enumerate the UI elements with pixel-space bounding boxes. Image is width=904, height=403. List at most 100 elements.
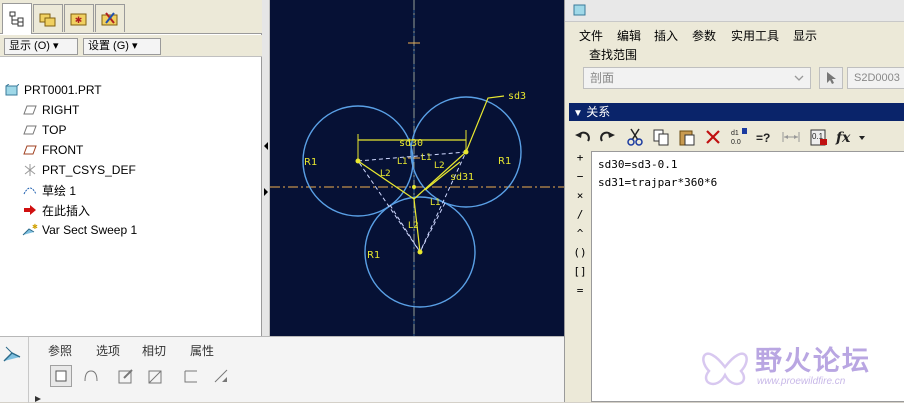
selected-item-field[interactable]: S2D0003	[847, 67, 904, 89]
tree-item-label: RIGHT	[42, 103, 80, 117]
show-button[interactable]: 显示 (O) ▾	[4, 38, 78, 55]
remove-material-icon	[148, 370, 162, 384]
menu-utilities[interactable]: 实用工具	[731, 27, 779, 44]
watermark-title: 野火论坛	[755, 346, 871, 376]
datum-plane-icon	[22, 143, 38, 157]
dashboard-divider	[28, 337, 29, 403]
tree-item-front-plane[interactable]: FRONT	[0, 140, 262, 160]
tree-item-var-sect-sweep[interactable]: ✱ Var Sect Sweep 1	[0, 220, 262, 240]
tree-item-label: TOP	[42, 123, 67, 137]
dimension-symbols-icon: d10.0	[731, 128, 747, 146]
tree-item-insert-here[interactable]: 在此插入	[0, 200, 262, 220]
select-item-button[interactable]	[819, 67, 843, 89]
tree-item-label: PRT_CSYS_DEF	[42, 163, 136, 177]
model-tree-panel: ✱ 显示 (O) ▾ 设置 (G) ▾ PRT0001.PRT RIGHT TO…	[0, 0, 262, 340]
paste-button[interactable]	[675, 125, 699, 149]
remove-material-button[interactable]	[145, 365, 167, 387]
surface-button[interactable]	[80, 365, 102, 387]
operator-divide[interactable]: /	[569, 208, 591, 227]
label-l2-bottom: L2	[408, 221, 419, 231]
copy-icon	[653, 129, 669, 146]
model-tree-icon	[9, 11, 24, 27]
operator-parentheses[interactable]: ()	[569, 246, 591, 265]
copy-button[interactable]	[649, 125, 673, 149]
menu-parameters[interactable]: 参数	[692, 27, 716, 44]
svg-text:✱: ✱	[75, 15, 83, 25]
watermark-url: www.proewildfire.cn	[757, 376, 846, 387]
search-scope-select[interactable]: 剖面	[583, 67, 811, 89]
tree-item-label: 在此插入	[42, 203, 91, 218]
relation-line[interactable]: sd31=trajpar*360*6	[598, 174, 898, 192]
verify-relations-button[interactable]: =?	[753, 125, 777, 149]
operator-brackets[interactable]: []	[569, 265, 591, 284]
collapse-triangle-icon: ▼	[573, 108, 583, 119]
cut-button[interactable]	[623, 125, 647, 149]
settings-button[interactable]: 设置 (G) ▾	[83, 38, 161, 55]
panel-splitter[interactable]	[262, 0, 270, 340]
relations-section-header[interactable]: ▼ 关系	[569, 103, 904, 121]
cursor-arrow-icon	[827, 72, 836, 84]
tab-favorites[interactable]: ✱	[64, 4, 94, 32]
tree-item-csys[interactable]: PRT_CSYS_DEF	[0, 160, 262, 180]
solid-button[interactable]	[50, 365, 72, 387]
operator-plus[interactable]: +	[569, 151, 591, 170]
flip-button[interactable]	[210, 365, 232, 387]
label-l1-bottom: L1	[430, 198, 441, 208]
operator-power[interactable]: ^	[569, 227, 591, 246]
tab-options[interactable]: 选项	[96, 342, 120, 359]
center-point-right	[463, 149, 469, 155]
graphics-canvas[interactable]: sd3 sd30 sd31 R1 R1 R1 L1 L1 L1 L2 L2 L2	[270, 0, 564, 336]
menu-file[interactable]: 文件	[579, 27, 603, 44]
svg-text:0.0: 0.0	[731, 139, 741, 146]
tab-references[interactable]: 参照	[48, 342, 72, 359]
relation-line[interactable]: sd30=sd3-0.1	[598, 156, 898, 174]
splitter-arrows-icon	[264, 142, 268, 196]
label-l2-right: L2	[434, 161, 445, 171]
insert-function-button[interactable]: fx	[833, 125, 869, 149]
dim-label-sd30: sd30	[399, 138, 423, 149]
operator-buttons: + − × / ^ () [] =	[569, 151, 591, 401]
tree-item-right-plane[interactable]: RIGHT	[0, 100, 262, 120]
label-r1-bottom: R1	[367, 250, 380, 261]
function-fx-icon: fx	[835, 130, 865, 146]
tree-item-top-plane[interactable]: TOP	[0, 120, 262, 140]
butterfly-logo-icon	[702, 352, 748, 386]
datum-plane-icon	[22, 123, 38, 137]
evaluate-button[interactable]	[779, 125, 803, 149]
tab-connections[interactable]	[95, 4, 125, 32]
center-point-left	[355, 158, 361, 164]
coordinate-system-icon	[22, 163, 38, 177]
paste-icon	[679, 130, 695, 146]
sketch-icon	[22, 183, 38, 197]
leader-sd3	[465, 95, 505, 153]
operator-minus[interactable]: −	[569, 170, 591, 189]
sketch-pencil-icon	[118, 369, 133, 384]
tab-tangency[interactable]: 相切	[142, 342, 166, 359]
switch-dimensions-button[interactable]: d1 0.0	[727, 125, 751, 149]
menu-display[interactable]: 显示	[793, 27, 817, 44]
label-r1-right: R1	[498, 156, 511, 167]
undo-button[interactable]	[571, 125, 595, 149]
tree-item-label: 草绘 1	[42, 183, 77, 198]
tab-folder-browser[interactable]	[33, 4, 63, 32]
operator-equals[interactable]: =	[569, 284, 591, 303]
svg-text:=?: =?	[756, 131, 770, 145]
redo-icon	[600, 131, 615, 142]
tree-item-part[interactable]: PRT0001.PRT	[0, 80, 262, 100]
tree-item-sketch[interactable]: 草绘 1	[0, 180, 262, 200]
menu-insert[interactable]: 插入	[654, 27, 678, 44]
operator-multiply[interactable]: ×	[569, 189, 591, 208]
center-point-bottom	[417, 249, 423, 255]
undo-icon	[575, 131, 590, 142]
edit-section-button[interactable]	[115, 365, 137, 387]
tab-model-tree[interactable]	[2, 3, 32, 34]
delete-button[interactable]	[701, 125, 725, 149]
favorites-folder-icon: ✱	[70, 13, 87, 25]
thicken-button[interactable]	[180, 365, 202, 387]
dialog-titlebar	[565, 0, 904, 22]
tree-item-label: Var Sect Sweep 1	[42, 223, 138, 237]
redo-button[interactable]	[595, 125, 619, 149]
menu-edit[interactable]: 编辑	[617, 27, 641, 44]
sort-relations-button[interactable]: 0.1	[807, 125, 831, 149]
tab-properties[interactable]: 属性	[190, 342, 214, 359]
